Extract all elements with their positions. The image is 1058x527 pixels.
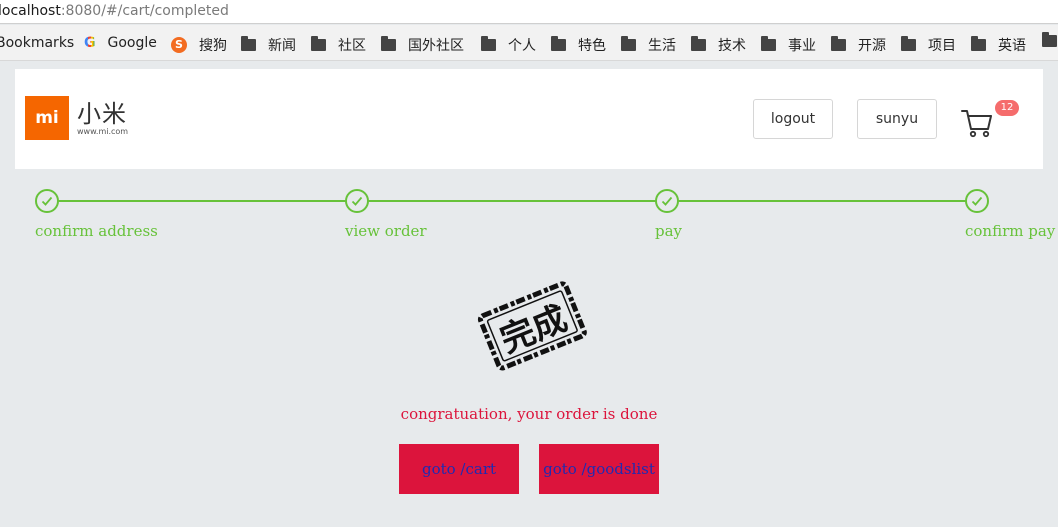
folder-icon bbox=[971, 36, 986, 51]
step-check-icon bbox=[35, 189, 59, 213]
user-button[interactable]: sunyu bbox=[857, 99, 937, 139]
bookmark-label: 社区 bbox=[338, 38, 366, 54]
folder-icon bbox=[1042, 32, 1057, 47]
site-header: mi 小米 www.mi.com logout sunyu 12 bbox=[15, 69, 1043, 169]
bookmark-label: 个人 bbox=[508, 38, 536, 54]
url-path: :8080/#/cart/completed bbox=[60, 3, 229, 19]
bookmark-folder[interactable]: 特色 bbox=[551, 35, 606, 55]
step-check-icon bbox=[965, 189, 989, 213]
bookmark-label: 搜狗 bbox=[199, 38, 227, 54]
folder-icon bbox=[381, 36, 396, 51]
completed-stamp-icon: 完成 bbox=[477, 281, 587, 371]
bookmark-label: 开源 bbox=[858, 38, 886, 54]
sogou-icon: S bbox=[171, 37, 187, 53]
bookmark-folder[interactable]: 技术 bbox=[691, 35, 746, 55]
address-bar[interactable]: localhost:8080/#/cart/completed bbox=[0, 0, 1058, 24]
logo-cn: 小米 bbox=[77, 99, 127, 128]
bookmark-sogou[interactable]: S 搜狗 bbox=[171, 35, 227, 55]
bookmarks-bar: Bookmarks G Google S 搜狗 新闻 社区 国外社区 个人 特色 生… bbox=[0, 25, 1058, 61]
bookmark-label: Google bbox=[107, 35, 157, 51]
order-done-message: congratuation, your order is done bbox=[400, 405, 658, 423]
step-label-confirm-pay: confirm pay bbox=[965, 222, 1056, 240]
url-host: localhost bbox=[0, 3, 61, 19]
folder-icon bbox=[901, 36, 916, 51]
google-icon: G bbox=[84, 35, 96, 51]
mi-logo-mark: mi bbox=[25, 96, 69, 140]
bookmark-folder[interactable]: 英语 bbox=[971, 35, 1026, 55]
bookmark-label: 英语 bbox=[998, 38, 1026, 54]
bookmark-folder[interactable]: 社区 bbox=[311, 35, 366, 55]
step-label-view-order: view order bbox=[345, 222, 427, 240]
cart-icon[interactable] bbox=[960, 106, 994, 140]
step-label-pay: pay bbox=[655, 222, 683, 240]
step-check-icon bbox=[345, 189, 369, 213]
goto-cart-button[interactable]: goto /cart bbox=[399, 444, 519, 494]
step-label-confirm-address: confirm address bbox=[35, 222, 158, 240]
bookmark-label: 国外社区 bbox=[408, 38, 464, 54]
logo-url: www.mi.com bbox=[77, 126, 129, 136]
folder-icon bbox=[551, 36, 566, 51]
bookmark-folder[interactable]: 事业 bbox=[761, 35, 816, 55]
logo-text: 小米 www.mi.com bbox=[77, 101, 128, 136]
bookmark-label: 项目 bbox=[928, 38, 956, 54]
step-check-icon bbox=[655, 189, 679, 213]
bookmark-label: 生活 bbox=[648, 38, 676, 54]
goto-goodslist-button[interactable]: goto /goodslist bbox=[539, 444, 659, 494]
bookmark-label: 技术 bbox=[718, 38, 746, 54]
bookmark-folder[interactable]: 项目 bbox=[901, 35, 956, 55]
bookmark-folder[interactable]: 生活 bbox=[621, 35, 676, 55]
logout-button[interactable]: logout bbox=[753, 99, 833, 139]
bookmark-label: 事业 bbox=[788, 38, 816, 54]
bookmark-google[interactable]: G Google bbox=[84, 35, 157, 51]
bookmark-folder[interactable]: 开源 bbox=[831, 35, 886, 55]
folder-icon bbox=[241, 36, 256, 51]
steps-progress-line bbox=[47, 200, 977, 202]
url-text[interactable]: localhost:8080/#/cart/completed bbox=[0, 3, 229, 19]
folder-icon bbox=[311, 36, 326, 51]
bookmarks-text: Bookmarks bbox=[0, 35, 75, 51]
folder-icon bbox=[831, 36, 846, 51]
folder-icon bbox=[691, 36, 706, 51]
bookmark-folder[interactable]: 个人 bbox=[481, 35, 536, 55]
cart-count-badge: 12 bbox=[995, 100, 1019, 116]
bookmark-label: 特色 bbox=[578, 38, 606, 54]
folder-icon bbox=[481, 36, 496, 51]
logo[interactable]: mi 小米 www.mi.com bbox=[25, 96, 128, 140]
bookmark-folder[interactable]: 新闻 bbox=[241, 35, 296, 55]
bookmark-folder[interactable]: 国外社区 bbox=[381, 35, 464, 55]
bookmark-label: 新闻 bbox=[268, 38, 296, 54]
bookmarks-label[interactable]: Bookmarks bbox=[0, 35, 74, 51]
bookmark-folder[interactable] bbox=[1042, 32, 1058, 47]
folder-icon bbox=[761, 36, 776, 51]
folder-icon bbox=[621, 36, 636, 51]
